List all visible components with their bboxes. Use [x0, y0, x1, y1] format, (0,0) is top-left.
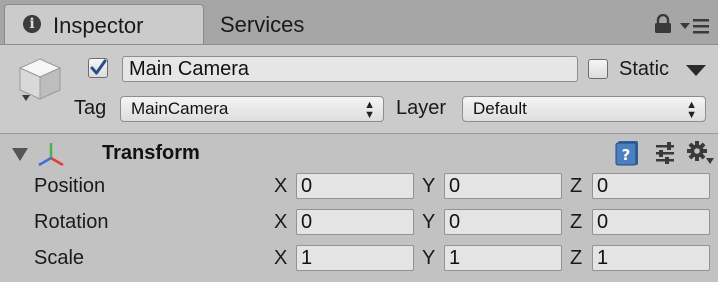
position-z-field[interactable]: 0	[592, 173, 710, 199]
rotation-label: Rotation	[34, 211, 109, 233]
updown-arrows-icon: ▲ ▼	[686, 99, 697, 121]
tab-services[interactable]: Services	[206, 4, 356, 44]
scale-z-field[interactable]: 1	[592, 245, 710, 271]
scale-label: Scale	[34, 247, 85, 269]
axis-x-label[interactable]: X	[274, 211, 287, 234]
axis-y-label[interactable]: Y	[422, 175, 435, 198]
name-field[interactable]: Main Camera	[122, 56, 578, 82]
active-checkbox[interactable]	[88, 58, 108, 78]
tab-inspector-label: Inspector	[53, 13, 144, 38]
static-label: Static	[619, 58, 670, 80]
tab-inspector[interactable]: i Inspector	[4, 4, 204, 44]
rotation-z-field[interactable]: 0	[592, 209, 710, 235]
transform-component: Transform ? Position X 0 Y 0 Z 0 Rotatio…	[0, 134, 718, 282]
position-label: Position	[34, 175, 106, 197]
layer-dropdown-value: Default	[473, 99, 527, 118]
tab-bar: i Inspector Services	[0, 0, 718, 45]
transform-axes-icon	[38, 143, 64, 167]
gameobject-header: Main Camera Static Tag MainCamera ▲ ▼ Lay…	[0, 45, 718, 134]
info-icon: i	[23, 15, 41, 33]
help-book-icon[interactable]: ?	[615, 140, 639, 166]
presets-icon[interactable]	[654, 142, 676, 164]
scale-y-field[interactable]: 1	[444, 245, 562, 271]
axis-y-label[interactable]: Y	[422, 247, 435, 270]
static-dropdown-icon[interactable]	[686, 65, 706, 77]
axis-y-label[interactable]: Y	[422, 211, 435, 234]
axis-z-label[interactable]: Z	[570, 247, 582, 270]
axis-z-label[interactable]: Z	[570, 211, 582, 234]
foldout-arrow-icon[interactable]	[12, 148, 28, 162]
updown-arrows-icon: ▲ ▼	[364, 99, 375, 121]
gear-icon[interactable]	[686, 140, 714, 166]
tab-services-label: Services	[220, 12, 305, 37]
cube-icon[interactable]	[16, 55, 64, 105]
scale-x-field[interactable]: 1	[296, 245, 414, 271]
layer-dropdown[interactable]: Default ▲ ▼	[462, 96, 706, 122]
position-y-field[interactable]: 0	[444, 173, 562, 199]
panel-menu-icon[interactable]	[680, 18, 710, 34]
checkmark-icon	[90, 59, 107, 75]
tag-label: Tag	[74, 97, 107, 119]
svg-text:?: ?	[622, 146, 631, 164]
axis-x-label[interactable]: X	[274, 175, 287, 198]
static-checkbox[interactable]	[588, 59, 608, 79]
position-x-field[interactable]: 0	[296, 173, 414, 199]
lock-icon[interactable]	[654, 14, 672, 34]
rotation-y-field[interactable]: 0	[444, 209, 562, 235]
axis-z-label[interactable]: Z	[570, 175, 582, 198]
axis-x-label[interactable]: X	[274, 247, 287, 270]
tag-dropdown-value: MainCamera	[131, 99, 229, 118]
layer-label: Layer	[396, 97, 447, 119]
tag-dropdown[interactable]: MainCamera ▲ ▼	[120, 96, 384, 122]
rotation-x-field[interactable]: 0	[296, 209, 414, 235]
component-title: Transform	[102, 142, 200, 164]
